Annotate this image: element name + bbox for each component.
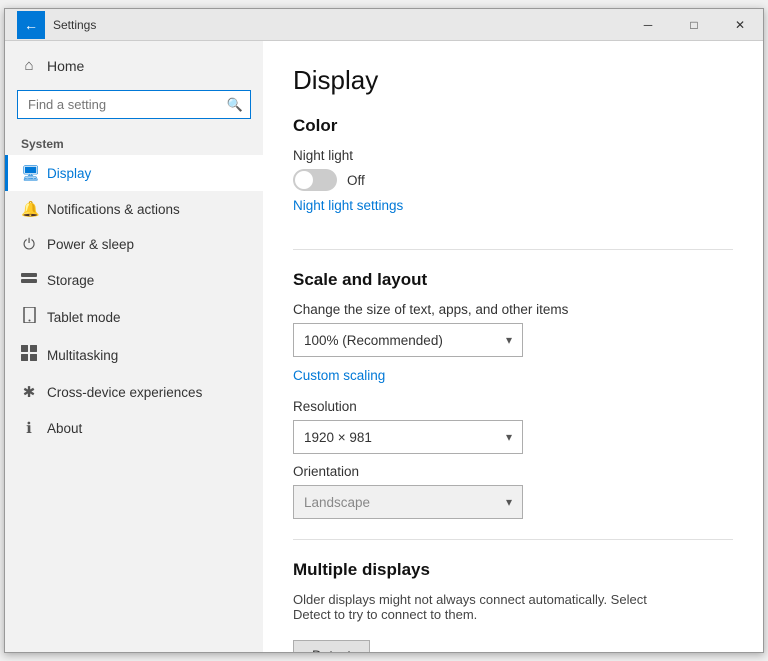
night-light-value: Off	[347, 173, 365, 188]
close-button[interactable]: ✕	[717, 9, 763, 41]
main-content: Display Color Night light Off Night ligh…	[263, 41, 763, 652]
sidebar-item-crossdevice[interactable]: ✱ Cross-device experiences	[5, 374, 263, 410]
maximize-button[interactable]: □	[671, 9, 717, 41]
sidebar-item-storage[interactable]: Storage	[5, 262, 263, 298]
home-icon: ⌂	[21, 57, 37, 74]
scale-value: 100% (Recommended)	[304, 333, 443, 348]
color-section-title: Color	[293, 116, 733, 136]
settings-window: ← Settings ─ □ ✕ ⌂ Home 🔍 System	[4, 8, 764, 653]
titlebar-left: ← Settings	[17, 11, 96, 39]
titlebar: ← Settings ─ □ ✕	[5, 9, 763, 41]
detect-button[interactable]: Detect	[293, 640, 370, 652]
multitasking-icon	[21, 345, 37, 365]
night-light-toggle[interactable]	[293, 169, 337, 191]
sidebar-item-power-label: Power & sleep	[47, 237, 134, 252]
custom-scaling-link[interactable]: Custom scaling	[293, 368, 385, 383]
orientation-value: Landscape	[304, 495, 370, 510]
night-light-toggle-row: Off	[293, 169, 733, 191]
display-icon: 🖥	[21, 164, 37, 182]
sidebar-item-multitasking-label: Multitasking	[47, 348, 118, 363]
sidebar-item-home[interactable]: ⌂ Home	[5, 49, 263, 82]
divider-2	[293, 539, 733, 540]
sidebar-item-notifications[interactable]: 🔔 Notifications & actions	[5, 191, 263, 227]
sidebar-item-notifications-label: Notifications & actions	[47, 202, 180, 217]
about-icon: ℹ	[21, 419, 37, 437]
toggle-thumb	[295, 171, 313, 189]
home-label: Home	[47, 58, 84, 74]
sidebar-section-label: System	[5, 127, 263, 155]
search-icon: 🔍	[227, 97, 243, 113]
resolution-label: Resolution	[293, 399, 733, 414]
multiple-displays-section-title: Multiple displays	[293, 560, 733, 580]
sidebar-item-tablet-label: Tablet mode	[47, 310, 121, 325]
sidebar-item-power[interactable]: ⏻ Power & sleep	[5, 227, 263, 262]
sidebar-item-storage-label: Storage	[47, 273, 94, 288]
sidebar-item-about[interactable]: ℹ About	[5, 410, 263, 446]
scale-section-title: Scale and layout	[293, 270, 733, 290]
back-button[interactable]: ←	[17, 11, 45, 39]
crossdevice-icon: ✱	[21, 383, 37, 401]
page-title: Display	[293, 65, 733, 96]
multiple-displays-desc: Older displays might not always connect …	[293, 592, 653, 622]
night-light-label: Night light	[293, 148, 733, 163]
storage-icon	[21, 271, 37, 289]
orientation-dropdown[interactable]: Landscape ▾	[293, 485, 523, 519]
sidebar-item-display[interactable]: 🖥 Display	[5, 155, 263, 191]
orientation-dropdown-arrow: ▾	[506, 495, 512, 509]
search-input[interactable]	[17, 90, 251, 119]
window-controls: ─ □ ✕	[625, 9, 763, 41]
scale-dropdown-arrow: ▾	[506, 333, 512, 347]
orientation-label: Orientation	[293, 464, 733, 479]
sidebar-item-multitasking[interactable]: Multitasking	[5, 336, 263, 374]
night-light-settings-link[interactable]: Night light settings	[293, 198, 403, 213]
scale-change-label: Change the size of text, apps, and other…	[293, 302, 733, 317]
content-area: ⌂ Home 🔍 System 🖥 Display 🔔 Notification…	[5, 41, 763, 652]
tablet-icon	[21, 307, 37, 327]
resolution-dropdown-arrow: ▾	[506, 430, 512, 444]
resolution-dropdown[interactable]: 1920 × 981 ▾	[293, 420, 523, 454]
power-icon: ⏻	[21, 236, 37, 253]
sidebar: ⌂ Home 🔍 System 🖥 Display 🔔 Notification…	[5, 41, 263, 652]
sidebar-item-display-label: Display	[47, 166, 91, 181]
minimize-button[interactable]: ─	[625, 9, 671, 41]
notifications-icon: 🔔	[21, 200, 37, 218]
sidebar-item-crossdevice-label: Cross-device experiences	[47, 385, 202, 400]
window-title: Settings	[53, 18, 96, 32]
sidebar-item-tablet[interactable]: Tablet mode	[5, 298, 263, 336]
divider-1	[293, 249, 733, 250]
resolution-value: 1920 × 981	[304, 430, 372, 445]
sidebar-item-about-label: About	[47, 421, 82, 436]
scale-dropdown[interactable]: 100% (Recommended) ▾	[293, 323, 523, 357]
search-box: 🔍	[17, 90, 251, 119]
